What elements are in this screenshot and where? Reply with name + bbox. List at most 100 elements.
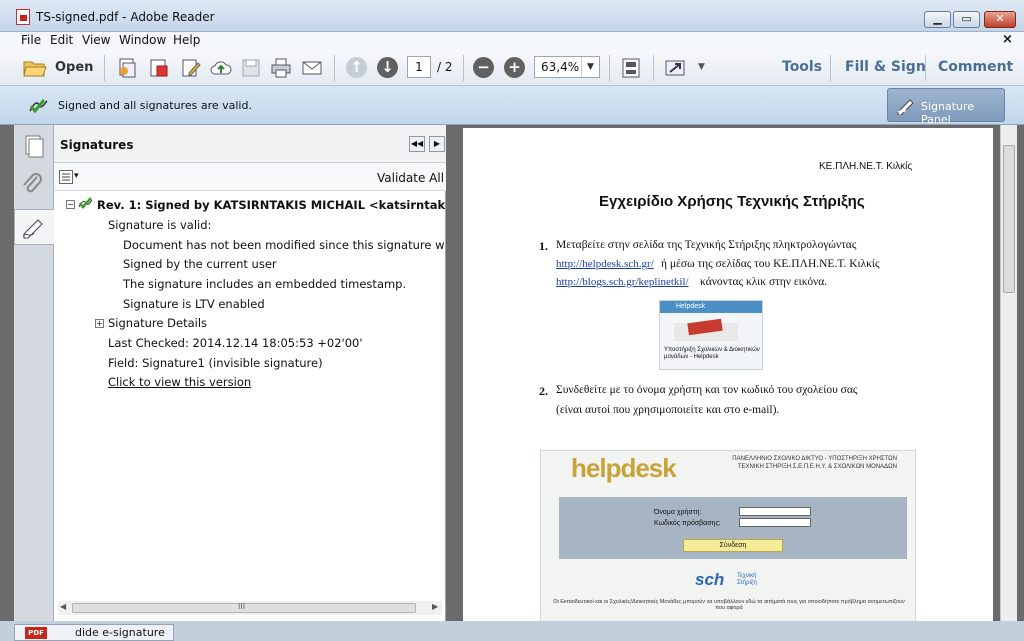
attachments-paperclip-icon[interactable]: [17, 169, 51, 203]
thumbnail-title: Helpdesk: [660, 301, 762, 313]
support-logo: Τεχνική Στήριξη: [737, 573, 757, 586]
signature-message-bar: Signed and all signatures are valid. Sig…: [0, 86, 1024, 126]
save-icon[interactable]: [240, 57, 262, 79]
signatures-panel-title: Signatures: [60, 138, 134, 152]
last-checked-text: Last Checked: 2014.12.14 18:05:53 +02'00…: [108, 336, 363, 350]
menu-bar: File Edit View Window Help ×: [0, 32, 1024, 49]
signature-valid-heading: Signature is valid:: [108, 218, 212, 232]
signature-pen-icon: [897, 99, 914, 115]
password-field: [739, 518, 811, 527]
document-header: ΚΕ.ΠΛΗ.ΝΕ.Τ. Κιλκίς: [819, 161, 913, 172]
signature-detail-item: Document has not been modified since thi…: [123, 238, 445, 252]
zoom-in-button[interactable]: +: [504, 57, 525, 78]
taskbar-item-label: dide e-signature: [75, 626, 165, 639]
create-pdf-icon[interactable]: [116, 57, 138, 79]
signatures-tab[interactable]: [14, 209, 54, 245]
blog-link[interactable]: http://blogs.sch.gr/keplinetkil/: [556, 276, 689, 288]
signatures-panel: Signatures ◀◀ ▶ ▾ Validate All − Rev. 1:…: [54, 125, 517, 621]
helpdesk-login-screenshot: helpdesk ΠΑΝΕΛΛΗΝΙΟ ΣΧΟΛΙΚΟ ΔΙΚΤΥΟ - ΥΠΟ…: [540, 450, 916, 621]
page-number-input[interactable]: 1: [407, 56, 431, 78]
open-button[interactable]: Open: [55, 60, 93, 75]
upload-cloud-icon[interactable]: [210, 57, 232, 79]
menu-view[interactable]: View: [82, 33, 110, 47]
signature-status-message: Signed and all signatures are valid.: [58, 99, 252, 112]
pdf-page: ΚΕ.ΠΛΗ.ΝΕ.Τ. Κιλκίς Εγχειρίδιο Χρήσης Τε…: [463, 128, 993, 621]
screenshot-header: ΤΕΧΝΙΚΗ ΣΤΗΡΙΞΗ Σ.Ε.Π.Ε.Η.Υ. & ΣΧΟΛΙΚΩΝ …: [737, 464, 897, 470]
folder-open-icon[interactable]: [23, 58, 47, 78]
taskbar: PDF dide e-signature: [0, 621, 1024, 641]
toolbar-more-icon[interactable]: ▼: [698, 62, 705, 72]
menu-file[interactable]: File: [21, 33, 41, 47]
vertical-scrollbar[interactable]: [1000, 125, 1017, 621]
combine-pdf-icon[interactable]: [148, 57, 170, 79]
tools-pane-button[interactable]: Tools: [782, 59, 822, 75]
step1-text: Μεταβείτε στην σελίδα της Τεχνικής Στήρι…: [556, 239, 857, 251]
signature-valid-icon: [78, 197, 93, 209]
toolbar: Open ↑ ↓ 1 / 2 − + 63,4% ▼ ▼ Tools Fill …: [0, 49, 1024, 86]
pdf-icon: PDF: [25, 627, 47, 639]
view-version-link[interactable]: Click to view this version: [108, 375, 251, 389]
fill-sign-pane-button[interactable]: Fill & Sign: [845, 59, 926, 75]
document-viewer[interactable]: ΚΕ.ΠΛΗ.ΝΕ.Τ. Κιλκίς Εγχειρίδιο Χρήσης Τε…: [458, 125, 1000, 621]
toolbar-divider: [334, 55, 335, 81]
page-thumbnails-icon[interactable]: [17, 129, 51, 163]
signature-panel-label: Signature Panel: [921, 100, 975, 126]
signature-valid-icon: [29, 99, 48, 114]
helpdesk-link[interactable]: http://helpdesk.sch.gr/: [556, 258, 654, 270]
next-page-button[interactable]: ↓: [377, 57, 398, 78]
close-window-button[interactable]: ✕: [984, 11, 1016, 28]
step-number: 1.: [539, 239, 548, 253]
step2-text: Συνδεθείτε με το όνομα χρήστη και τον κω…: [556, 384, 858, 396]
taskbar-item[interactable]: PDF dide e-signature: [14, 624, 174, 641]
scroll-right-icon[interactable]: ▶: [432, 602, 438, 611]
fit-page-icon[interactable]: [620, 57, 642, 79]
close-document-icon[interactable]: ×: [1002, 32, 1013, 47]
options-dropdown-icon[interactable]: ▾: [74, 171, 79, 181]
navigation-rail: [14, 125, 54, 621]
edit-document-icon[interactable]: [180, 57, 202, 79]
toolbar-divider: [925, 55, 926, 81]
sch-logo: sch: [695, 570, 725, 589]
step2-text: (είναι αυτοί που χρησιμοποιείτε και στο …: [556, 404, 780, 416]
panel-splitter[interactable]: [446, 125, 458, 621]
toolbar-divider: [609, 55, 610, 81]
collapse-panel-button[interactable]: ◀◀: [409, 136, 425, 152]
print-icon[interactable]: [270, 57, 292, 79]
previous-page-button[interactable]: ↑: [346, 57, 367, 78]
scroll-left-icon[interactable]: ◀: [60, 602, 66, 611]
menu-edit[interactable]: Edit: [50, 33, 73, 47]
password-label: Κωδικός πρόσβασης:: [654, 520, 721, 527]
full-screen-icon[interactable]: [664, 57, 686, 79]
menu-help[interactable]: Help: [173, 33, 200, 47]
zoom-select[interactable]: 63,4% ▼: [534, 56, 600, 78]
validate-all-button[interactable]: Validate All: [377, 171, 444, 185]
signature-details-item[interactable]: Signature Details: [108, 316, 207, 330]
expand-tree-icon[interactable]: +: [95, 319, 104, 328]
zoom-value: 63,4%: [541, 60, 580, 74]
maximize-button[interactable]: ▭: [953, 11, 980, 28]
signature-panel-button[interactable]: Signature Panel: [887, 88, 1005, 126]
chevron-down-icon[interactable]: ▼: [581, 57, 599, 77]
comment-pane-button[interactable]: Comment: [938, 59, 1013, 75]
email-icon[interactable]: [301, 57, 323, 79]
signature-field-text: Field: Signature1 (invisible signature): [108, 356, 323, 370]
toolbar-divider: [653, 55, 654, 81]
horizontal-scrollbar[interactable]: ◀ III ▶: [58, 601, 442, 615]
helpdesk-thumbnail[interactable]: Helpdesk Υποστήριξη Σχολικών & Διοικητικ…: [659, 300, 763, 370]
panel-options-button[interactable]: ▶: [429, 136, 445, 152]
zoom-out-button[interactable]: −: [473, 57, 494, 78]
username-field: [739, 507, 811, 516]
step-number: 2.: [539, 384, 548, 398]
username-label: Όνομα χρήστη:: [654, 509, 702, 516]
scrollbar-thumb[interactable]: [1003, 145, 1015, 293]
window-title: TS-signed.pdf - Adobe Reader: [36, 10, 215, 24]
menu-window[interactable]: Window: [119, 33, 166, 47]
login-form: Όνομα χρήστη: Κωδικός πρόσβασης: Σύνδεση: [559, 497, 907, 559]
options-list-icon[interactable]: [59, 170, 73, 184]
signature-detail-item: Signed by the current user: [123, 257, 277, 271]
collapse-tree-icon[interactable]: −: [66, 200, 75, 209]
minimize-button[interactable]: ▁: [924, 11, 951, 28]
page-total: / 2: [437, 60, 453, 74]
toolbar-divider: [830, 55, 831, 81]
screenshot-footer: Οι Εκπαιδευτικοί και οι Σχολικές/Διοικητ…: [553, 599, 905, 611]
